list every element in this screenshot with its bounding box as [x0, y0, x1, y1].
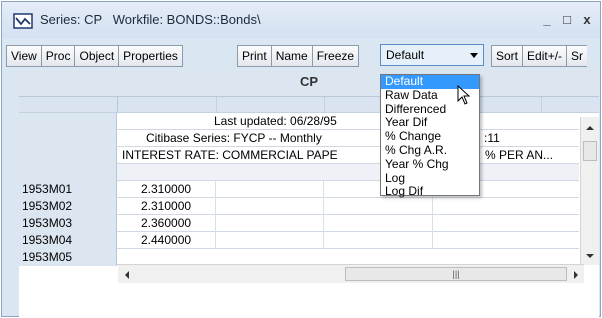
info-row-updated: Last updated: 06/28/95 [19, 113, 579, 130]
window-title: Series: CP Workfile: BONDS::Bonds\ [40, 12, 261, 27]
scroll-up-arrow-icon[interactable] [586, 125, 594, 131]
option-percent-change[interactable]: % Change [381, 129, 479, 144]
info-row-source: Citibase Series: FYCP -- Monthly :11 [19, 130, 579, 147]
scroll-right-arrow-icon[interactable] [573, 271, 579, 279]
table-row[interactable]: 1953M05 [19, 249, 579, 266]
row-date-label: 1953M02 [19, 198, 117, 215]
maximize-button[interactable]: □ [558, 11, 576, 29]
value-cell[interactable]: 2.310000 [117, 181, 216, 198]
dropdown-arrow-icon [470, 53, 478, 58]
freeze-button[interactable]: Freeze [311, 45, 360, 67]
toolbar-group-output: Print Name Freeze [237, 45, 360, 67]
series-graph-icon [13, 13, 33, 29]
value-cell[interactable]: 2.360000 [117, 215, 216, 232]
citibase-series-tail: :11 [484, 131, 500, 145]
row-date-label: 1953M05 [19, 249, 117, 266]
view-button[interactable]: View [6, 45, 42, 67]
option-year-percent-chg[interactable]: Year % Chg [381, 157, 479, 172]
close-button[interactable]: x [578, 11, 596, 29]
table-row[interactable]: 1953M04 2.440000 [19, 232, 579, 249]
proc-button[interactable]: Proc [40, 45, 76, 67]
view-mode-combo[interactable]: Default [380, 44, 484, 66]
scroll-left-arrow-icon[interactable] [124, 271, 130, 279]
smpl-button[interactable]: Sr [566, 45, 588, 67]
series-window: Series: CP Workfile: BONDS::Bonds\ _ □ x… [1, 1, 601, 317]
option-percent-chg-ar[interactable]: % Chg A.R. [381, 143, 479, 158]
series-name-header: CP [19, 69, 599, 97]
sort-button[interactable]: Sort [491, 45, 524, 67]
horizontal-scrollbar[interactable]: ||| [118, 264, 584, 283]
view-mode-value: Default [386, 48, 425, 62]
vertical-scrollbar[interactable] [580, 117, 599, 265]
title-bar[interactable]: Series: CP Workfile: BONDS::Bonds\ _ □ x [2, 2, 600, 38]
row-date-label: 1953M01 [19, 181, 117, 198]
row-date-label: 1953M04 [19, 232, 117, 249]
table-row[interactable]: 1953M01 2.310000 [19, 181, 579, 198]
mouse-pointer-icon [457, 85, 471, 105]
column-header-row [19, 97, 599, 113]
toolbar-group-edit: Sort Edit+/- Sr [491, 45, 588, 67]
value-cell[interactable]: 2.310000 [117, 198, 216, 215]
toolbar-group-object: View Proc Object Properties [6, 45, 183, 67]
object-button[interactable]: Object [74, 45, 120, 67]
name-button[interactable]: Name [270, 45, 313, 67]
scroll-down-arrow-icon[interactable] [586, 253, 594, 259]
properties-button[interactable]: Properties [118, 45, 183, 67]
citibase-series-text: Citibase Series: FYCP -- Monthly [146, 131, 322, 145]
value-cell[interactable]: 2.440000 [117, 232, 216, 249]
option-log[interactable]: Log [381, 171, 479, 186]
table-row[interactable]: 1953M02 2.310000 [19, 198, 579, 215]
toolbar: View Proc Object Properties Print Name F… [6, 38, 600, 68]
horizontal-scroll-thumb[interactable]: ||| [345, 267, 567, 281]
row-date-label: 1953M03 [19, 215, 117, 232]
vertical-scroll-thumb[interactable] [583, 141, 597, 161]
table-row[interactable]: 1953M03 2.360000 [19, 215, 579, 232]
print-button[interactable]: Print [237, 45, 272, 67]
description-tail: % PER AN... [485, 148, 554, 162]
edit-button[interactable]: Edit+/- [522, 45, 568, 67]
option-year-dif[interactable]: Year Dif [381, 116, 479, 130]
option-log-dif[interactable]: Log Dif [381, 185, 479, 199]
info-row-description: INTEREST RATE: COMMERCIAL PAPE % PER AN.… [19, 147, 579, 164]
blank-row [19, 164, 579, 181]
minimize-button[interactable]: _ [538, 11, 556, 29]
